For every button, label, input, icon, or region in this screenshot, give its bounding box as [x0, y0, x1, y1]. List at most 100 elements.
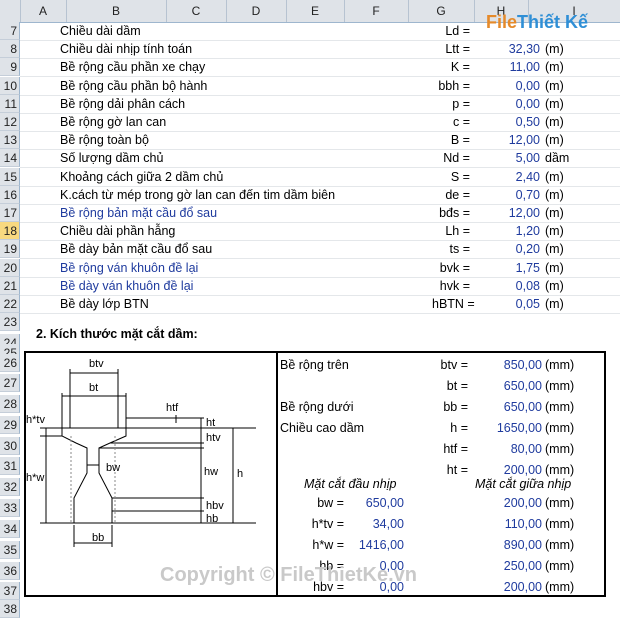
param-value[interactable]: 0,50: [470, 113, 540, 131]
param-symbol: c =: [452, 115, 470, 129]
param-symbol: Ltt =: [445, 42, 470, 57]
param-symbol: p =: [452, 96, 470, 111]
pair-right-value[interactable]: 110,00: [472, 515, 542, 533]
row-header[interactable]: 13: [0, 131, 20, 150]
col-header-c[interactable]: C: [166, 0, 227, 22]
param-label: Bề rộng gờ lan can: [60, 115, 167, 129]
param-symbol: bvk =: [439, 260, 470, 275]
row-header[interactable]: 14: [0, 149, 20, 168]
param-value[interactable]: 32,30: [470, 40, 540, 58]
row-header[interactable]: 38: [0, 600, 20, 618]
row-header[interactable]: 31: [0, 457, 20, 475]
dim-symbol: bt =: [446, 379, 468, 393]
param-unit: (m): [545, 78, 564, 93]
param-value[interactable]: 1,20: [470, 222, 540, 240]
row-header[interactable]: 18: [0, 222, 20, 241]
param-unit: (m): [545, 96, 564, 111]
param-symbol: Nd =: [443, 151, 470, 166]
param-value[interactable]: 0,20: [470, 240, 540, 258]
row-header[interactable]: 34: [0, 520, 20, 538]
row-header[interactable]: 11: [0, 94, 20, 113]
row-header[interactable]: 7: [0, 22, 20, 40]
param-label: Bề rộng ván khuôn đề lại: [60, 260, 199, 275]
param-value[interactable]: 0,00: [470, 95, 540, 113]
param-unit: (m): [545, 133, 564, 148]
param-value[interactable]: 1,75: [470, 259, 540, 277]
label-btv: btv: [89, 358, 104, 370]
param-label: Bề dày bản mặt cầu đổ sau: [60, 242, 213, 257]
pair-right-value[interactable]: 200,00: [472, 494, 542, 512]
row-header[interactable]: 36: [0, 562, 20, 580]
pair-right-value[interactable]: 250,00: [472, 557, 542, 575]
dim-symbol: ht =: [446, 463, 468, 477]
dim-value[interactable]: 1650,00: [472, 419, 542, 437]
row-header[interactable]: 37: [0, 582, 20, 600]
param-value[interactable]: 0,05: [470, 295, 540, 313]
param-unit: (m): [545, 260, 564, 275]
row-header[interactable]: 8: [0, 40, 20, 59]
dim-symbol: bb =: [443, 400, 468, 414]
col-header-d[interactable]: D: [226, 0, 287, 22]
param-unit: (m): [545, 169, 564, 184]
dim-unit: (mm): [545, 358, 575, 372]
param-value[interactable]: 12,00: [470, 204, 540, 222]
row-header[interactable]: 30: [0, 437, 20, 455]
param-label: Chiều dài phần hẫng: [60, 224, 176, 239]
section-title: 2. Kích thước mặt cắt dầm:: [36, 327, 198, 341]
param-unit: (m): [545, 187, 564, 202]
row-header[interactable]: 27: [0, 374, 20, 392]
pair-right-value[interactable]: 200,00: [472, 578, 542, 596]
param-label: Bề rộng cầu phần xe chạy: [60, 60, 206, 75]
param-unit: (m): [545, 60, 564, 75]
row-header[interactable]: 21: [0, 276, 20, 295]
param-label: Chiều dài dầm: [60, 24, 141, 38]
param-value[interactable]: 0,08: [470, 277, 540, 295]
row-header[interactable]: 33: [0, 499, 20, 517]
dim-value[interactable]: 850,00: [472, 356, 542, 374]
row-header[interactable]: 20: [0, 258, 20, 277]
col-header-b[interactable]: B: [66, 0, 167, 22]
label-bb: bb: [92, 532, 104, 544]
param-value[interactable]: 5,00: [470, 149, 540, 167]
param-symbol: hBTN =: [432, 297, 475, 311]
select-all-corner[interactable]: [0, 0, 21, 22]
row-header[interactable]: 28: [0, 395, 20, 413]
param-symbol: bbh =: [438, 78, 470, 93]
row-header[interactable]: 29: [0, 416, 20, 434]
param-unit: (m): [545, 242, 564, 257]
row-header[interactable]: 17: [0, 204, 20, 222]
row-header[interactable]: 23: [0, 313, 20, 331]
row-header[interactable]: 22: [0, 295, 20, 313]
row-header[interactable]: 26: [0, 354, 20, 372]
param-unit: (m): [545, 42, 564, 57]
row-header[interactable]: 19: [0, 240, 20, 259]
pair-left-value[interactable]: 34,00: [334, 515, 404, 533]
dim-label: Chiều cao dầm: [280, 421, 365, 435]
pair-left-value[interactable]: 1416,00: [334, 536, 404, 554]
dim-value[interactable]: 650,00: [472, 398, 542, 416]
row-header[interactable]: 12: [0, 113, 20, 131]
col-header-g[interactable]: G: [408, 0, 475, 22]
pair-right-value[interactable]: 890,00: [472, 536, 542, 554]
dim-value[interactable]: 650,00: [472, 377, 542, 395]
col-header-a[interactable]: A: [20, 0, 67, 22]
param-value[interactable]: 12,00: [470, 131, 540, 149]
param-value[interactable]: 2,40: [470, 168, 540, 186]
pair-left-value[interactable]: 650,00: [334, 494, 404, 512]
label-hw-star: h*w: [26, 472, 44, 484]
dim-symbol: btv =: [440, 358, 468, 372]
row-header[interactable]: 35: [0, 541, 20, 559]
row-header[interactable]: 16: [0, 185, 20, 204]
dim-label: Bề rộng dưới: [280, 400, 354, 414]
param-value[interactable]: 0,00: [470, 77, 540, 95]
col-header-f[interactable]: F: [344, 0, 409, 22]
col-header-e[interactable]: E: [286, 0, 345, 22]
row-header[interactable]: 9: [0, 58, 20, 77]
param-value[interactable]: 11,00: [470, 58, 540, 76]
param-value[interactable]: 0,70: [470, 186, 540, 204]
dim-value[interactable]: 80,00: [472, 440, 542, 458]
param-unit: (m): [545, 115, 564, 129]
row-header[interactable]: 10: [0, 76, 20, 95]
row-header[interactable]: 32: [0, 478, 20, 496]
row-header[interactable]: 15: [0, 167, 20, 186]
